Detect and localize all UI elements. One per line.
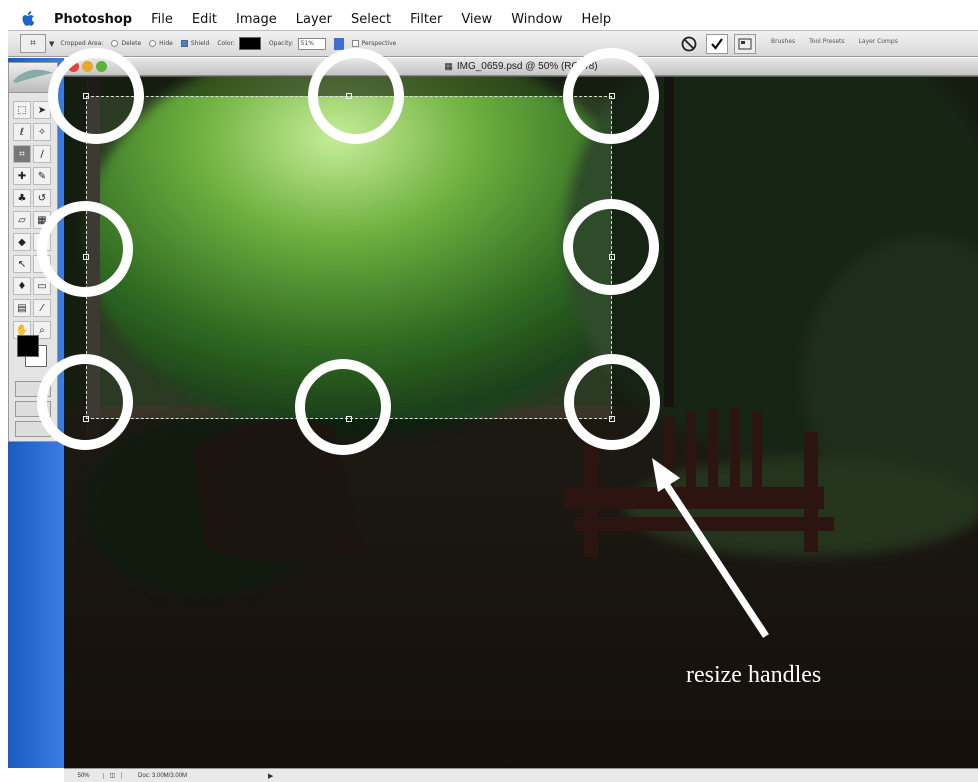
document-icon: ▦: [444, 61, 453, 71]
magic-wand-tool-icon[interactable]: ✧: [33, 123, 51, 141]
menu-image[interactable]: Image: [236, 12, 277, 27]
annotation-label: resize handles: [686, 662, 822, 688]
menu-select[interactable]: Select: [351, 12, 391, 27]
palette-well: Brushes Tool Presets Layer Comps: [771, 38, 912, 45]
callout-ring-bottom-right: [564, 354, 660, 450]
options-bar: ⌗ ▼ Cropped Area: Delete Hide Shield Col…: [8, 30, 978, 57]
crop-tool-icon[interactable]: ⌗: [13, 145, 31, 163]
menu-view[interactable]: View: [461, 12, 492, 27]
callout-ring-middle-left: [37, 201, 133, 297]
document-size-info: Doc: 3.00M/3.00M: [138, 772, 188, 779]
clone-stamp-tool-icon[interactable]: ♣: [13, 189, 31, 207]
menu-filter[interactable]: Filter: [410, 12, 442, 27]
brush-tool-icon[interactable]: ✎: [33, 167, 51, 185]
commit-cancel-group: [678, 34, 762, 54]
opacity-input[interactable]: 51%: [297, 37, 326, 50]
palette-tab-brushes[interactable]: Brushes: [771, 38, 795, 45]
menu-help[interactable]: Help: [581, 12, 611, 27]
opacity-option: Opacity: 51%: [268, 37, 326, 50]
menu-window[interactable]: Window: [511, 12, 562, 27]
palette-tab-tool-presets[interactable]: Tool Presets: [809, 38, 844, 45]
slice-tool-icon[interactable]: ∕: [33, 145, 51, 163]
palette-tab-layer-comps[interactable]: Layer Comps: [859, 38, 898, 45]
lasso-tool-icon[interactable]: ℓ: [13, 123, 31, 141]
image-canvas[interactable]: [64, 77, 978, 768]
callout-ring-top-left: [48, 48, 144, 144]
callout-ring-bottom-center: [295, 359, 391, 455]
chevron-down-icon[interactable]: ▼: [49, 40, 54, 48]
eyedropper-tool-icon[interactable]: ⁄: [33, 299, 51, 317]
marquee-tool-icon[interactable]: ⬚: [13, 101, 31, 119]
status-info-icon[interactable]: ◫: [104, 772, 122, 779]
checkbox-icon: [351, 40, 359, 47]
crop-tool-icon: ⌗: [30, 38, 36, 49]
menu-photoshop[interactable]: Photoshop: [54, 12, 132, 27]
perspective-checkbox[interactable]: Perspective: [351, 40, 397, 47]
callout-ring-top-center: [308, 48, 404, 144]
radio-icon: [149, 40, 157, 47]
hide-radio[interactable]: Hide: [149, 40, 173, 47]
status-menu-arrow-icon[interactable]: ▶: [268, 772, 273, 780]
shield-color-swatch[interactable]: [238, 37, 261, 50]
radio-icon: [111, 40, 119, 47]
opacity-label: Opacity:: [268, 40, 294, 47]
callout-ring-top-right: [563, 48, 659, 144]
menu-layer[interactable]: Layer: [296, 12, 332, 27]
healing-brush-tool-icon[interactable]: ✚: [13, 167, 31, 185]
delete-radio[interactable]: Delete: [111, 40, 141, 47]
status-bar: 50% ◫ Doc: 3.00M/3.00M ▶: [64, 768, 978, 782]
pen-tool-icon[interactable]: ♦: [13, 277, 31, 295]
cropped-area-label: Cropped Area:: [60, 40, 104, 47]
palette-toggle-icon[interactable]: [734, 34, 756, 54]
path-selection-tool-icon[interactable]: ↖: [13, 255, 31, 273]
zoom-level[interactable]: 50%: [64, 772, 104, 779]
apple-menu-icon[interactable]: [22, 11, 36, 27]
history-brush-tool-icon[interactable]: ↺: [33, 189, 51, 207]
color-option: Color:: [217, 37, 261, 50]
hide-label: Hide: [159, 40, 173, 47]
shield-checkbox[interactable]: Shield: [180, 40, 210, 47]
menu-file[interactable]: File: [151, 12, 173, 27]
eraser-tool-icon[interactable]: ▱: [13, 211, 31, 229]
menu-edit[interactable]: Edit: [192, 12, 217, 27]
menu-bar: Photoshop File Edit Image Layer Select F…: [0, 8, 978, 30]
shield-label: Shield: [190, 40, 210, 47]
blur-tool-icon[interactable]: ◆: [13, 233, 31, 251]
tool-preset-picker[interactable]: ⌗: [20, 34, 46, 53]
color-label: Color:: [217, 40, 235, 47]
document-window: ▦ IMG_0659.psd @ 50% (RGB/8): [64, 58, 978, 768]
callout-ring-middle-right: [563, 199, 659, 295]
delete-label: Delete: [121, 40, 142, 47]
document-title-bar[interactable]: ▦ IMG_0659.psd @ 50% (RGB/8): [64, 58, 978, 76]
callout-ring-bottom-left: [37, 354, 133, 450]
opacity-slider-toggle[interactable]: [333, 37, 344, 50]
perspective-label: Perspective: [361, 40, 397, 47]
cancel-icon[interactable]: [678, 34, 700, 54]
foreground-color-swatch[interactable]: [17, 335, 39, 357]
notes-tool-icon[interactable]: ▤: [13, 299, 31, 317]
commit-checkmark-icon[interactable]: [706, 34, 728, 54]
checkbox-icon: [180, 40, 188, 47]
